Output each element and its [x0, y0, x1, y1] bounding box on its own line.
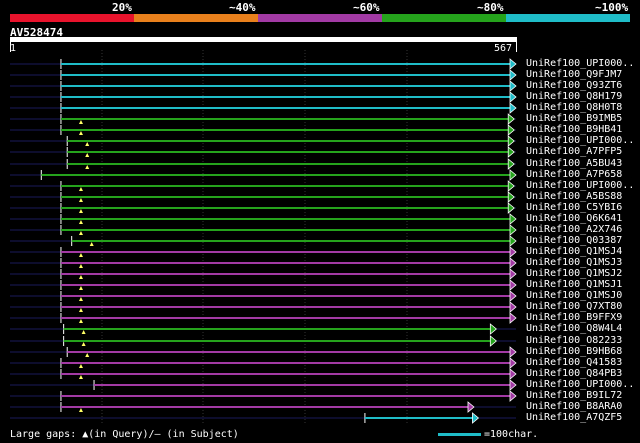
hit-label[interactable]: UniRef100_Q1MSJ1	[526, 280, 622, 290]
hit-arrowhead	[509, 312, 517, 324]
hit-label[interactable]: UniRef100_Q03387	[526, 236, 622, 246]
query-gap-marker	[78, 120, 83, 124]
query-gap-marker	[78, 375, 83, 379]
hit-arrowhead	[507, 146, 515, 158]
hit-label[interactable]: UniRef100_Q41583	[526, 358, 622, 368]
query-gap-marker	[85, 165, 90, 169]
hit-label[interactable]: UniRef100_A7PFP5	[526, 147, 622, 157]
hit-arrowhead	[489, 323, 497, 335]
hit-label[interactable]: UniRef100_UPI000..	[526, 59, 634, 69]
hit-arrowhead	[472, 412, 480, 424]
hit-arrowhead	[509, 91, 517, 103]
hit-label[interactable]: UniRef100_A5BU43	[526, 159, 622, 169]
hit-label[interactable]: UniRef100_Q93ZT6	[526, 81, 622, 91]
hit-label[interactable]: UniRef100_UPI000..	[526, 181, 634, 191]
hit-arrowhead	[467, 401, 475, 413]
query-gap-marker	[78, 319, 83, 323]
hit-arrowhead	[507, 202, 515, 214]
hit-arrowhead	[509, 290, 517, 302]
query-gap-marker	[78, 220, 83, 224]
hit-label[interactable]: UniRef100_Q1MSJ4	[526, 247, 622, 257]
query-gap-marker	[89, 242, 94, 246]
hit-label[interactable]: UniRef100_Q8H179	[526, 92, 622, 102]
hit-label[interactable]: UniRef100_UPI000..	[526, 136, 634, 146]
hit-label[interactable]: UniRef100_Q1MSJ2	[526, 269, 622, 279]
hit-arrowhead	[509, 169, 517, 181]
hit-arrowhead	[509, 58, 517, 70]
hit-arrowhead	[509, 268, 517, 280]
query-gap-marker	[78, 253, 83, 257]
hit-arrowhead	[509, 235, 517, 247]
hit-label[interactable]: UniRef100_B9HB68	[526, 347, 622, 357]
hit-label[interactable]: UniRef100_B9IMB5	[526, 114, 622, 124]
hit-arrowhead	[509, 368, 517, 380]
hit-label[interactable]: UniRef100_Q8H0T8	[526, 103, 622, 113]
hit-arrowhead	[509, 357, 517, 369]
hit-arrowhead	[507, 191, 515, 203]
query-gap-marker	[78, 308, 83, 312]
hit-arrowhead	[509, 246, 517, 258]
query-gap-marker	[78, 187, 83, 191]
hit-arrowhead	[509, 379, 517, 391]
hit-arrowhead	[507, 158, 515, 170]
hit-arrowhead	[507, 124, 515, 136]
hit-label[interactable]: UniRef100_O82233	[526, 336, 622, 346]
query-gap-marker	[78, 131, 83, 135]
query-gap-marker	[78, 275, 83, 279]
hit-label[interactable]: UniRef100_Q8W4L4	[526, 324, 622, 334]
hit-arrowhead	[509, 102, 517, 114]
scale-bar-label: =100char.	[484, 429, 539, 440]
query-gap-marker	[85, 353, 90, 357]
hit-label[interactable]: UniRef100_Q84PB3	[526, 369, 622, 379]
query-gap-marker	[78, 286, 83, 290]
hit-label[interactable]: UniRef100_Q9FJM7	[526, 70, 622, 80]
hit-label[interactable]: UniRef100_B9IL72	[526, 391, 622, 401]
hit-label[interactable]: UniRef100_Q1MSJ3	[526, 258, 622, 268]
hit-arrowhead	[509, 390, 517, 402]
query-gap-marker	[78, 408, 83, 412]
hit-label[interactable]: UniRef100_Q1MSJ0	[526, 291, 622, 301]
hit-arrowhead	[509, 80, 517, 92]
hit-arrowhead	[509, 346, 517, 358]
query-gap-marker	[78, 198, 83, 202]
hit-label[interactable]: UniRef100_B8ARA0	[526, 402, 622, 412]
query-gap-marker	[81, 330, 86, 334]
hit-label[interactable]: UniRef100_B9FFX9	[526, 313, 622, 323]
query-gap-marker	[85, 153, 90, 157]
query-gap-marker	[81, 342, 86, 346]
hit-arrowhead	[509, 224, 517, 236]
hit-label[interactable]: UniRef100_UPI000..	[526, 380, 634, 390]
hit-arrowhead	[509, 301, 517, 313]
gap-legend: Large gaps: ▲(in Query)/– (in Subject)	[10, 429, 239, 440]
query-gap-marker	[78, 297, 83, 301]
query-gap-marker	[78, 231, 83, 235]
query-gap-marker	[78, 364, 83, 368]
hit-arrowhead	[509, 69, 517, 81]
hit-label[interactable]: UniRef100_A7QZF5	[526, 413, 622, 423]
hit-label[interactable]: UniRef100_A2X746	[526, 225, 622, 235]
hit-label[interactable]: UniRef100_Q6K641	[526, 214, 622, 224]
hit-label[interactable]: UniRef100_B9HB41	[526, 125, 622, 135]
hit-label[interactable]: UniRef100_Q7XT80	[526, 302, 622, 312]
hit-arrowhead	[509, 257, 517, 269]
hit-arrowhead	[507, 113, 515, 125]
scale-bar	[438, 433, 481, 436]
hit-arrowhead	[509, 213, 517, 225]
hit-arrowhead	[507, 180, 515, 192]
hit-arrowhead	[489, 335, 497, 347]
hit-arrowhead	[509, 279, 517, 291]
hit-label[interactable]: UniRef100_A7P658	[526, 170, 622, 180]
hit-label[interactable]: UniRef100_A5BS88	[526, 192, 622, 202]
hit-arrowhead	[507, 135, 515, 147]
query-gap-marker	[78, 264, 83, 268]
query-gap-marker	[85, 142, 90, 146]
query-gap-marker	[78, 209, 83, 213]
hit-label[interactable]: UniRef100_C5YBI6	[526, 203, 622, 213]
